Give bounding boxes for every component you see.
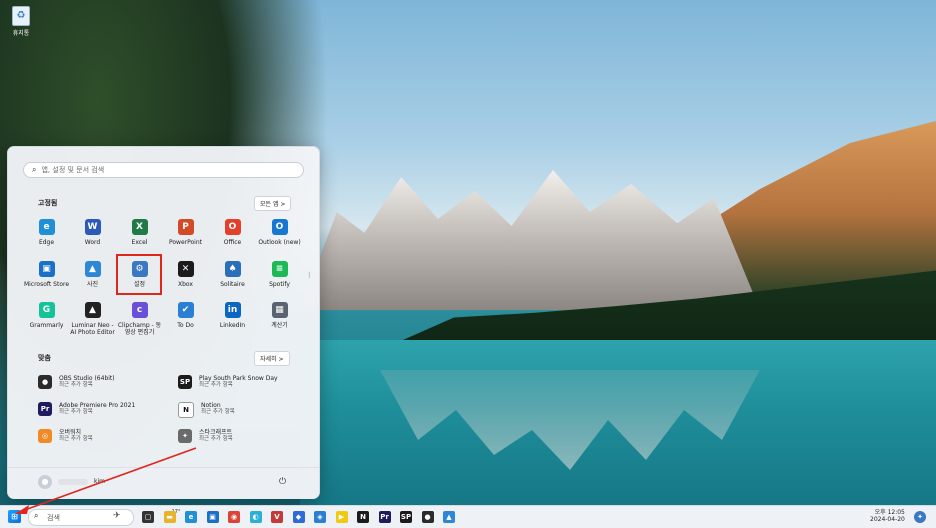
annotation-arrow [15, 447, 197, 514]
